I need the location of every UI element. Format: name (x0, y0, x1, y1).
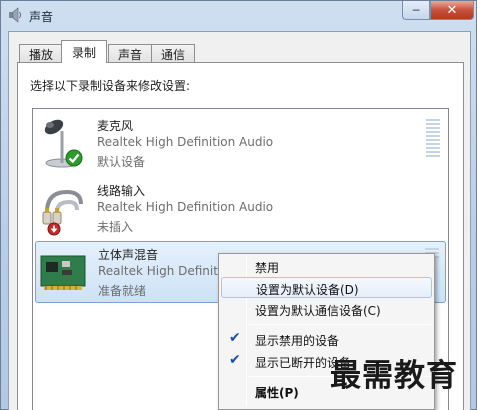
tab-recording[interactable]: 录制 (61, 40, 108, 63)
unplugged-badge-icon (47, 222, 61, 236)
default-check-badge-icon (65, 149, 83, 167)
line-in-cable-icon (42, 189, 83, 225)
menu-item-set-default-device[interactable]: 设置为默认设备(D) (221, 277, 432, 298)
device-driver: Realtek High Definition Audio (97, 200, 274, 214)
watermark-text: 最需教育 (330, 358, 458, 394)
minimize-button[interactable]: ─ (402, 1, 430, 20)
menu-item-show-disabled-devices[interactable]: ✔ 显示禁用的设备 (221, 329, 432, 350)
tab-communications[interactable]: 通信 (151, 44, 196, 63)
menu-item-label: 设置为默认设备(D) (256, 283, 359, 297)
instruction-text: 选择以下录制设备来修改设置: (30, 79, 191, 93)
window-controls: ─ ✕ (402, 1, 474, 21)
close-button[interactable]: ✕ (430, 1, 474, 20)
device-status: 准备就绪 (98, 284, 147, 298)
tab-sounds[interactable]: 声音 (108, 44, 153, 63)
menu-separator (249, 324, 431, 325)
tab-strip: 播放 录制 声音 通信 (19, 40, 196, 63)
menu-item-label: 禁用 (255, 261, 280, 275)
device-name: 线路输入 (97, 184, 146, 198)
minimize-icon: ─ (412, 3, 420, 17)
device-item-line-in[interactable]: 线路输入 Realtek High Definition Audio 未插入 (35, 178, 446, 240)
speaker-app-icon (9, 7, 21, 23)
menu-item-disable[interactable]: 禁用 (221, 256, 432, 277)
close-icon: ✕ (446, 2, 458, 18)
menu-item-label: 显示禁用的设备 (255, 334, 340, 348)
menu-item-label: 设置为默认通信设备(C) (255, 304, 381, 318)
checkmark-icon: ✔ (229, 330, 241, 346)
tab-playback[interactable]: 播放 (19, 44, 64, 63)
device-driver: Realtek High Definition Audio (97, 135, 274, 149)
title-bar[interactable]: 声音 ─ ✕ (1, 1, 477, 31)
device-status: 默认设备 (97, 155, 146, 169)
device-status: 未插入 (97, 220, 134, 234)
device-name: 立体声混音 (98, 248, 159, 262)
sound-card-icon (40, 255, 86, 290)
menu-item-label: 属性(P) (255, 386, 299, 400)
level-meter (426, 119, 440, 161)
device-name: 麦克风 (97, 119, 134, 133)
menu-item-set-default-communication-device[interactable]: 设置为默认通信设备(C) (221, 299, 432, 320)
window-title: 声音 (29, 10, 54, 24)
device-item-microphone[interactable]: 麦克风 Realtek High Definition Audio 默认设备 (35, 113, 446, 175)
checkmark-icon: ✔ (229, 352, 241, 368)
